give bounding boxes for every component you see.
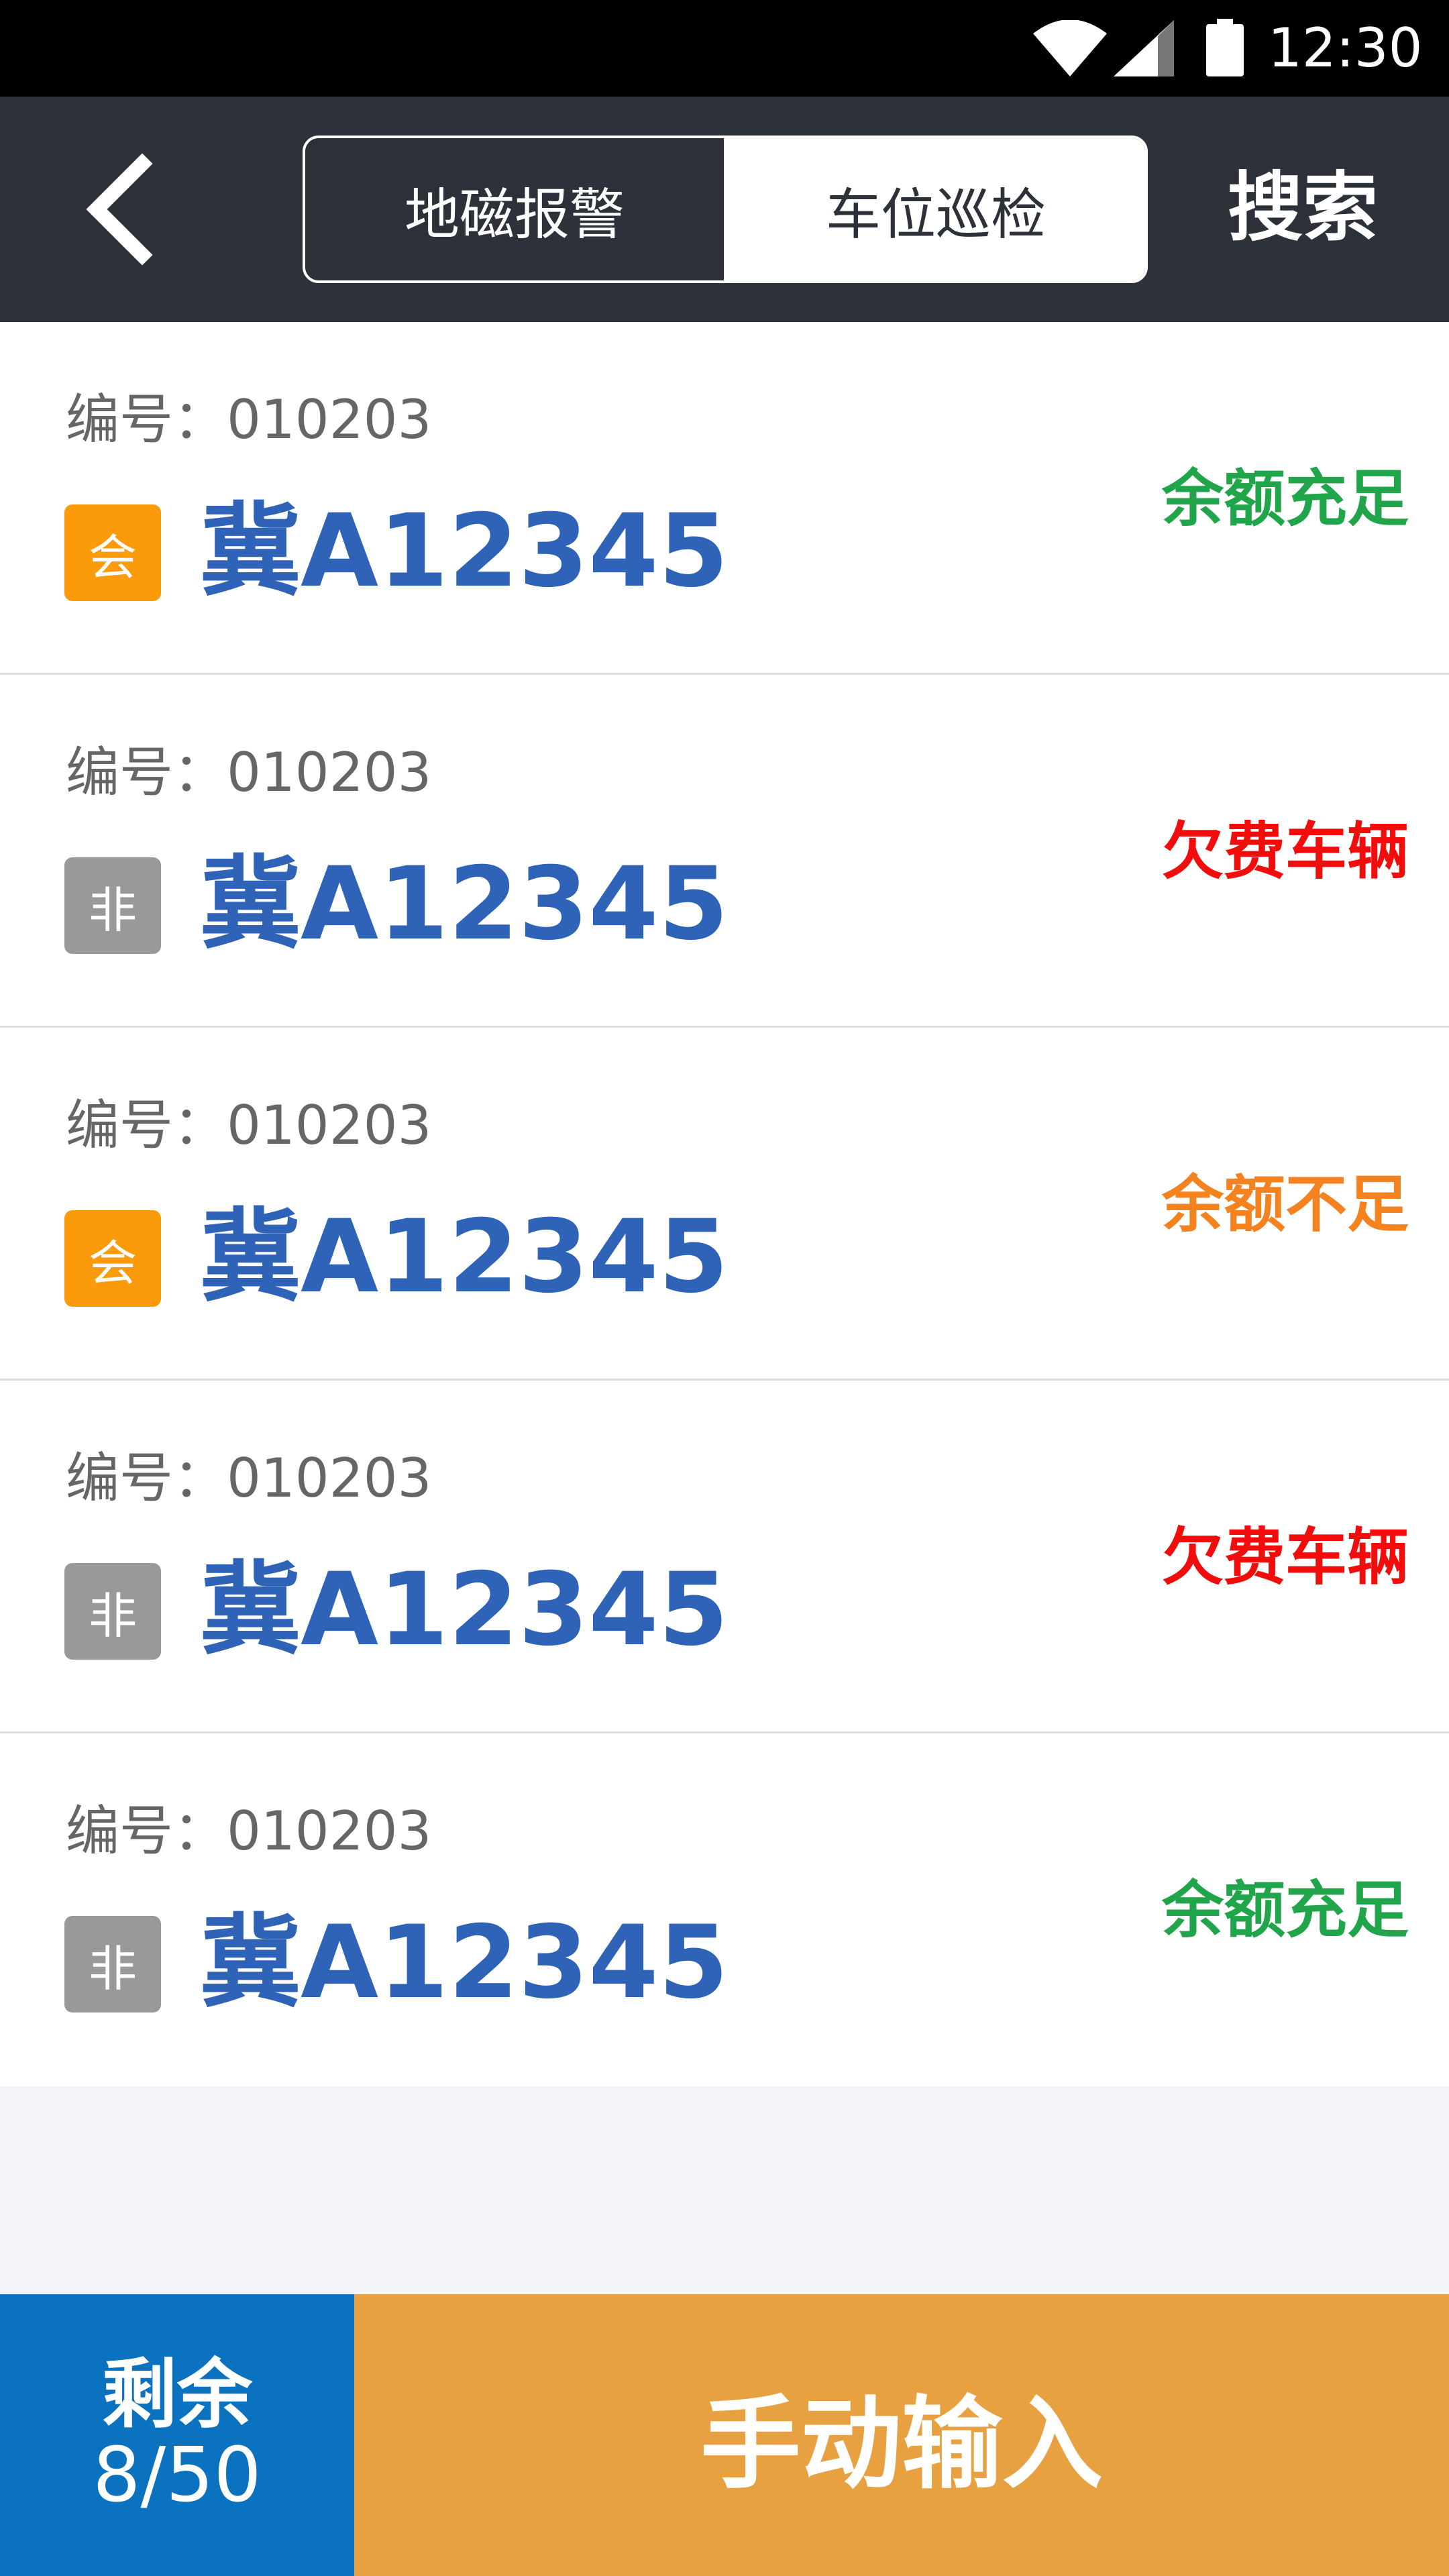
remaining-label: 剩余 [102,2351,252,2438]
balance-status: 余额充足 [1161,463,1409,535]
bottom-bar: 剩余 8/50 手动输入 [0,2294,1449,2576]
search-button[interactable]: 搜索 [1228,161,1378,255]
vehicle-list: 编号：010203 会 冀A12345 余额充足 编号：010203 非 冀A1… [0,322,1449,2086]
balance-status: 余额充足 [1161,1874,1409,1946]
list-item[interactable]: 编号：010203 非 冀A12345 余额充足 [0,1733,1449,2086]
remaining-counter: 剩余 8/50 [0,2294,354,2576]
wifi-icon [1033,20,1107,76]
license-plate: 冀A12345 [200,493,729,610]
tab-geomagnetic-alarm[interactable]: 地磁报警 [305,138,727,280]
space-number: 编号：010203 [66,1800,432,1862]
tab-switcher: 地磁报警 车位巡检 [303,136,1148,283]
member-badge: 会 [64,504,161,601]
cell-signal-icon [1114,20,1174,76]
balance-status: 余额不足 [1161,1169,1409,1240]
chevron-left-icon [86,153,153,266]
list-item[interactable]: 编号：010203 非 冀A12345 欠费车辆 [0,1381,1449,1733]
balance-status: 欠费车辆 [1161,816,1409,888]
space-number: 编号：010203 [66,741,432,804]
tab-parking-inspection[interactable]: 车位巡检 [727,138,1145,280]
balance-status: 欠费车辆 [1161,1521,1409,1593]
status-bar: 12:30 [0,0,1449,97]
remaining-count: 8/50 [93,2432,262,2519]
nonmember-badge: 非 [64,857,161,954]
license-plate: 冀A12345 [200,846,729,963]
manual-input-button[interactable]: 手动输入 [354,2294,1449,2576]
nonmember-badge: 非 [64,1563,161,1660]
list-item[interactable]: 编号：010203 会 冀A12345 余额充足 [0,322,1449,675]
nonmember-badge: 非 [64,1916,161,2012]
license-plate: 冀A12345 [200,1904,729,2021]
member-badge: 会 [64,1210,161,1307]
space-number: 编号：010203 [66,1094,432,1157]
status-time: 12:30 [1268,17,1423,79]
list-item[interactable]: 编号：010203 会 冀A12345 余额不足 [0,1028,1449,1381]
back-button[interactable] [67,150,174,268]
header-bar: 地磁报警 车位巡检 搜索 [0,97,1449,322]
battery-icon [1206,19,1244,76]
list-item[interactable]: 编号：010203 非 冀A12345 欠费车辆 [0,675,1449,1028]
license-plate: 冀A12345 [200,1552,729,1668]
space-number: 编号：010203 [66,1447,432,1509]
space-number: 编号：010203 [66,388,432,451]
license-plate: 冀A12345 [200,1199,729,1316]
